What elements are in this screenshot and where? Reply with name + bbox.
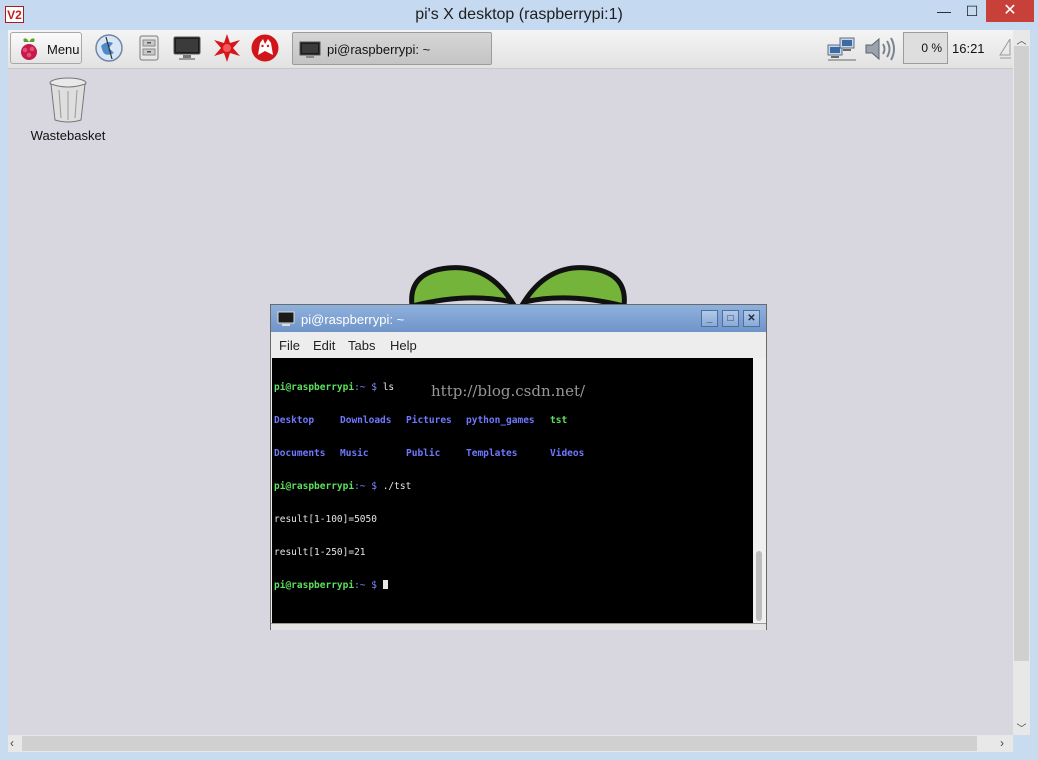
ls-entry: Templates: [466, 448, 518, 459]
clock[interactable]: 16:21: [952, 41, 985, 56]
wastebasket-label: Wastebasket: [30, 128, 106, 143]
terminal-menubar: File Edit Tabs Help: [271, 332, 766, 358]
ls-entry: Videos: [550, 448, 585, 459]
raspberry-pi-icon: [15, 36, 43, 67]
vnc-titlebar[interactable]: V2 pi's X desktop (raspberrypi:1) — ☐ ✕: [0, 0, 1038, 30]
scroll-right-arrow-icon[interactable]: ›: [1000, 735, 1004, 752]
terminal-scrollbar[interactable]: [753, 358, 766, 623]
scroll-down-arrow-icon[interactable]: ﹀: [1013, 720, 1030, 735]
program-output: result[1-250]=21: [274, 547, 366, 558]
command-text: ./tst: [382, 481, 412, 492]
close-button[interactable]: ✕: [986, 0, 1034, 22]
terminal-line: pi@raspberrypi:~ $ ./tst: [274, 481, 753, 492]
vertical-scrollbar-thumb[interactable]: [1014, 46, 1029, 661]
trash-icon: [49, 77, 87, 123]
prompt-path: :~ $: [354, 580, 383, 591]
watermark-text: http://blog.csdn.net/: [431, 382, 586, 400]
scroll-left-arrow-icon[interactable]: ‹: [10, 735, 14, 752]
prompt-user: pi@raspberrypi: [274, 580, 355, 591]
wolfram-icon[interactable]: [250, 33, 280, 63]
file-manager-icon[interactable]: [134, 33, 164, 63]
terminal-line: pi@raspberrypi:~ $: [274, 580, 753, 591]
terminal-icon[interactable]: [172, 33, 202, 63]
menu-help[interactable]: Help: [390, 338, 417, 353]
taskbar-terminal-button[interactable]: pi@raspberrypi: ~: [292, 32, 492, 65]
prompt-path: :~ $: [354, 481, 383, 492]
ls-entry: Downloads: [340, 415, 392, 426]
terminal-titlebar[interactable]: pi@raspberrypi: ~ _ □ ✕: [271, 305, 766, 332]
menu-label: Menu: [47, 42, 80, 57]
maximize-button[interactable]: ☐: [958, 0, 986, 22]
mathematica-icon[interactable]: [212, 33, 242, 63]
wastebasket-desktop-icon[interactable]: Wastebasket: [26, 76, 110, 146]
terminal-window[interactable]: pi@raspberrypi: ~ _ □ ✕ File Edit Tabs H…: [270, 304, 767, 630]
cpu-usage-monitor[interactable]: 0 %: [903, 32, 948, 64]
terminal-scrollbar-thumb[interactable]: [756, 551, 762, 621]
network-icon[interactable]: [826, 35, 858, 68]
menu-file[interactable]: File: [279, 338, 300, 353]
text-cursor: [382, 580, 388, 589]
terminal-bottom-edge: [271, 623, 766, 630]
horizontal-scrollbar[interactable]: ‹ ›: [8, 735, 1013, 752]
terminal-minimize-button[interactable]: _: [701, 310, 718, 327]
taskbar-panel: Menu pi@raspberrypi: ~ 0 % 16:21: [8, 30, 1013, 69]
prompt-user: pi@raspberrypi: [274, 382, 355, 393]
taskbar-terminal-label: pi@raspberrypi: ~: [327, 42, 431, 57]
command-text: ls: [382, 382, 395, 393]
scroll-up-arrow-icon[interactable]: ︿: [1013, 32, 1030, 47]
ls-entry: Documents: [274, 448, 326, 459]
terminal-close-button[interactable]: ✕: [743, 310, 760, 327]
menu-button[interactable]: Menu: [10, 32, 82, 64]
terminal-maximize-button[interactable]: □: [722, 310, 739, 327]
menu-edit[interactable]: Edit: [313, 338, 335, 353]
ls-entry: Public: [406, 448, 441, 459]
ls-output-row: Desktop Downloads Pictures python_games …: [274, 415, 753, 426]
terminal-icon: [299, 41, 321, 64]
ls-output-row: Documents Music Public Templates Videos: [274, 448, 753, 459]
ls-entry: Pictures: [406, 415, 452, 426]
web-browser-icon[interactable]: [94, 33, 124, 63]
minimize-button[interactable]: —: [930, 0, 958, 22]
vnc-viewer-window: V2 pi's X desktop (raspberrypi:1) — ☐ ✕ …: [0, 0, 1038, 760]
terminal-icon: [277, 311, 295, 332]
ls-entry: Music: [340, 448, 369, 459]
vertical-scrollbar[interactable]: ︿ ﹀: [1013, 30, 1030, 735]
ls-entry: python_games: [466, 415, 535, 426]
ls-entry: tst: [550, 415, 568, 426]
menu-tabs[interactable]: Tabs: [348, 338, 375, 353]
program-output: result[1-100]=5050: [274, 514, 377, 525]
ls-entry: Desktop: [274, 415, 315, 426]
volume-icon[interactable]: [863, 35, 897, 68]
terminal-title: pi@raspberrypi: ~: [301, 312, 405, 327]
vnc-window-title: pi's X desktop (raspberrypi:1): [415, 6, 623, 23]
horizontal-scrollbar-thumb[interactable]: [22, 736, 977, 751]
eject-icon[interactable]: [998, 37, 1012, 64]
prompt-path: :~ $: [354, 382, 383, 393]
remote-desktop[interactable]: Menu pi@raspberrypi: ~ 0 % 16:21 Wasteba…: [8, 30, 1013, 735]
prompt-user: pi@raspberrypi: [274, 481, 355, 492]
